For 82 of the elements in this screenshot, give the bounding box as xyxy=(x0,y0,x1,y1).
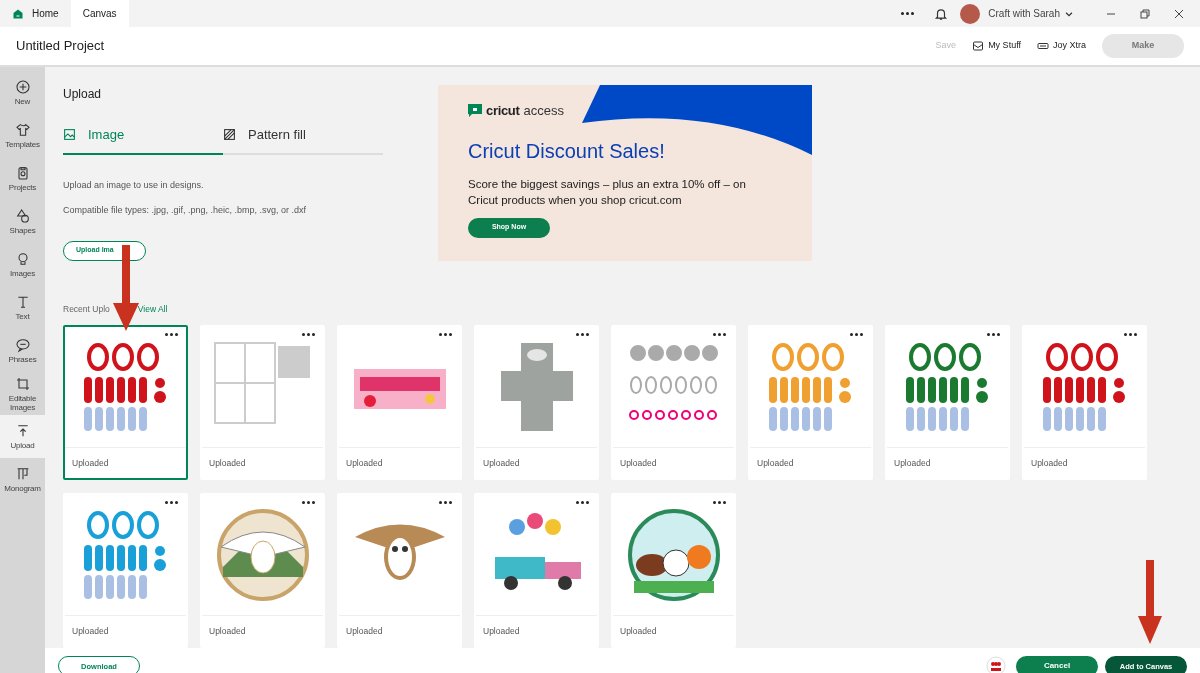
plus-circle-icon xyxy=(14,79,31,95)
recent-uploads-label: Recent Uplo xyxy=(63,302,110,316)
app-tab[interactable]: Canvas xyxy=(70,0,129,27)
card-label: Uploaded xyxy=(345,625,384,638)
card-label: Uploaded xyxy=(482,457,521,470)
upload-card[interactable]: Uploaded xyxy=(337,493,462,649)
upload-card[interactable]: Uploaded xyxy=(611,493,736,649)
more-icon[interactable] xyxy=(576,333,589,337)
brand-suffix: access xyxy=(523,102,564,120)
cancel-button[interactable]: Cancel xyxy=(1016,655,1098,673)
upload-card[interactable]: Uploaded xyxy=(337,325,462,481)
hatched-square-icon xyxy=(223,128,236,142)
speech-bubble-icon xyxy=(14,337,31,353)
sidebar-item[interactable]: New xyxy=(0,71,45,114)
card-label: Uploaded xyxy=(756,457,795,470)
upload-card[interactable]: Uploaded xyxy=(611,325,736,481)
upload-card[interactable]: Uploaded xyxy=(885,325,1010,481)
file-types-text: Compatible file types: .jpg, .gif, .png, .heic, .bmp, .svg, or .dxf xyxy=(63,204,308,217)
shapes-icon xyxy=(14,208,31,224)
card-label: Uploaded xyxy=(208,457,247,470)
more-icon[interactable] xyxy=(439,333,452,337)
upload-description: Upload an image to use in designs. xyxy=(63,178,205,192)
banner-text: Score the biggest savings – plus an extra 10% off – on Cricut products when you shop cricut.com xyxy=(468,176,747,208)
shirt-icon xyxy=(14,122,31,138)
upload-card[interactable]: Uploaded xyxy=(200,493,325,649)
card-label: Uploaded xyxy=(71,457,110,470)
inbox-icon xyxy=(972,40,985,52)
upload-card[interactable]: Uploaded xyxy=(748,325,873,481)
account-menu[interactable]: Craft with Sarah xyxy=(988,0,1074,27)
card-label: Uploaded xyxy=(208,625,247,638)
more-icon[interactable] xyxy=(713,501,726,505)
more-icon[interactable] xyxy=(713,333,726,337)
more-icon[interactable] xyxy=(302,333,315,337)
card-label: Uploaded xyxy=(71,625,110,638)
banner-title: Cricut Discount Sales! xyxy=(468,138,666,164)
sidebar-item[interactable]: Projects xyxy=(0,157,45,200)
upload-card[interactable]: Uploaded xyxy=(63,493,188,649)
more-icon[interactable] xyxy=(439,501,452,505)
machine-icon xyxy=(1037,40,1049,52)
image-icon xyxy=(63,128,76,142)
sidebar-item[interactable]: Shapes xyxy=(0,200,45,243)
avatar[interactable] xyxy=(960,3,981,24)
more-icon[interactable] xyxy=(165,333,178,337)
restore-icon[interactable] xyxy=(1140,8,1150,19)
brand-name: cricut xyxy=(486,102,520,120)
more-icon[interactable] xyxy=(165,501,178,505)
project-title: Untitled Project xyxy=(16,37,105,56)
upload-card[interactable]: Uploaded xyxy=(63,325,188,481)
card-label: Uploaded xyxy=(345,457,384,470)
sidebar-item[interactable]: Templates xyxy=(0,114,45,157)
card-label: Uploaded xyxy=(619,625,658,638)
upload-card[interactable]: Uploaded xyxy=(200,325,325,481)
more-icon[interactable] xyxy=(987,333,1000,337)
panel-title: Upload xyxy=(63,86,103,103)
upload-card[interactable]: Uploaded xyxy=(474,493,599,649)
view-all-link[interactable]: View All xyxy=(137,302,168,316)
bell-icon[interactable] xyxy=(934,6,949,21)
more-icon[interactable] xyxy=(850,333,863,337)
close-icon[interactable] xyxy=(1174,8,1184,19)
sidebar-item[interactable]: Monogram xyxy=(0,458,45,501)
lock-badge-icon xyxy=(468,104,482,118)
upload-tab[interactable]: Image xyxy=(63,125,223,155)
sidebar-item[interactable]: Upload xyxy=(0,415,45,458)
my-stuff-button[interactable]: My Stuff xyxy=(972,39,1021,53)
joy-xtra-button[interactable]: Joy Xtra xyxy=(1037,39,1086,53)
card-label: Uploaded xyxy=(893,457,932,470)
card-label: Uploaded xyxy=(482,625,521,638)
upload-card[interactable]: Uploaded xyxy=(1022,325,1147,481)
sidebar-item[interactable]: Phrases xyxy=(0,329,45,372)
upload-card[interactable]: Uploaded xyxy=(474,325,599,481)
house-icon xyxy=(12,7,24,20)
card-label: Uploaded xyxy=(1030,457,1069,470)
more-icon[interactable] xyxy=(302,501,315,505)
sidebar-item[interactable]: Text xyxy=(0,286,45,329)
sidebar-item[interactable]: Images xyxy=(0,243,45,286)
crop-icon xyxy=(14,375,31,392)
more-icon[interactable] xyxy=(576,501,589,505)
upload-tab[interactable]: Pattern fill xyxy=(223,125,383,155)
card-label: Uploaded xyxy=(619,457,658,470)
sidebar-item[interactable]: Editable Images xyxy=(0,372,45,415)
more-icon[interactable] xyxy=(1124,333,1137,337)
more-icon[interactable] xyxy=(901,12,915,15)
